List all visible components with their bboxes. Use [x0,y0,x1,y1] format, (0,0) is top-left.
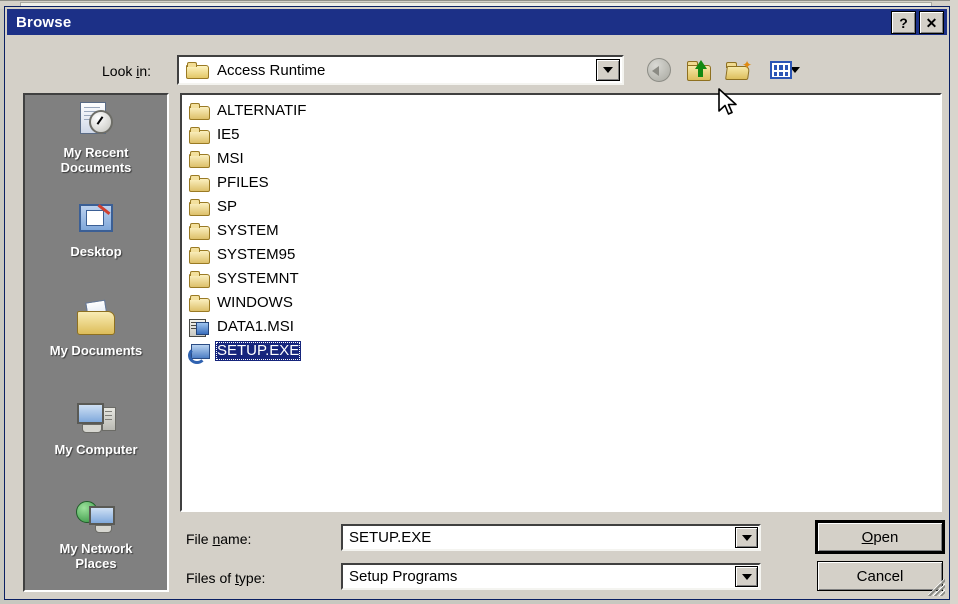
files-of-type-value: Setup Programs [349,568,458,585]
file-name-label: SYSTEM95 [217,246,296,263]
folder-icon [188,246,210,264]
dialog-titlebar[interactable]: Browse ? ✕ [7,9,947,35]
file-name-label: WINDOWS [217,294,293,311]
place-label: My Recent Documents [60,145,132,175]
file-name-combobox[interactable]: SETUP.EXE [341,524,761,551]
list-item[interactable]: SYSTEMNT [188,267,301,291]
file-name-label: DATA1.MSI [217,318,294,335]
parent-window-right-edge [950,0,958,604]
file-name-value: SETUP.EXE [349,529,432,546]
folder-icon [188,174,210,192]
folder-icon [188,270,210,288]
up-one-level-icon [686,59,712,81]
views-button[interactable] [765,57,805,83]
my-computer-icon [75,398,117,438]
resize-grip[interactable] [928,579,945,596]
list-item[interactable]: PFILES [188,171,271,195]
files-of-type-dropdown-button[interactable] [735,566,758,587]
place-label: My Computer [54,442,138,457]
file-name-label: IE5 [217,126,240,143]
files-of-type-combobox[interactable]: Setup Programs [341,563,761,590]
file-name-label: SETUP.EXE [215,341,302,361]
cancel-button-label: Cancel [856,567,904,585]
place-desktop[interactable]: Desktop [25,194,167,293]
titlebar-buttons: ? ✕ [891,11,944,34]
list-item[interactable]: DATA1.MSI [188,315,296,339]
list-item[interactable]: ALTERNATIF [188,99,308,123]
open-button-label: Open [861,528,899,546]
recent-documents-icon [75,101,117,141]
files-of-type-label-static: Files of type: [186,570,266,586]
list-item[interactable]: SYSTEM95 [188,243,297,267]
file-name-label: SYSTEMNT [217,270,299,287]
dialog-title: Browse [16,13,72,31]
my-documents-icon [75,299,117,339]
look-in-dropdown-button[interactable] [596,59,620,81]
file-name-label: SYSTEM [217,222,279,239]
place-label: My Network Places [59,541,133,571]
list-item-selected[interactable]: SETUP.EXE [188,339,302,364]
open-button[interactable]: Open [815,520,945,554]
msi-installer-icon [188,318,210,337]
desktop-icon [75,200,117,240]
chevron-down-icon [603,67,613,73]
file-name-label: ALTERNATIF [217,102,307,119]
folder-icon [188,294,210,312]
place-label: Desktop [70,244,122,259]
folder-icon [188,198,210,216]
look-in-combobox[interactable]: Access Runtime [177,55,624,85]
list-item[interactable]: SYSTEM [188,219,281,243]
up-one-level-button[interactable] [685,57,713,83]
place-my-documents[interactable]: My Documents [25,293,167,392]
places-bar: My RecentDocuments Desktop My Documents [23,93,169,592]
navigation-toolbar: ✦ [645,55,805,85]
place-label: My Documents [49,343,143,358]
file-list[interactable]: ALTERNATIF IE5 MSI PFILES SP SYSTEM SYST… [180,93,942,512]
place-my-computer[interactable]: My Computer [25,392,167,491]
my-network-places-icon [75,497,117,537]
views-icon [770,59,794,81]
open-folder-icon [186,62,209,79]
create-new-folder-icon: ✦ [725,59,752,81]
folder-icon [188,150,210,168]
setup-executable-icon [188,342,210,364]
cancel-button[interactable]: Cancel [817,561,943,591]
list-item[interactable]: SP [188,195,239,219]
list-item[interactable]: WINDOWS [188,291,295,315]
file-name-label: PFILES [217,174,269,191]
place-my-network-places[interactable]: My Network Places [25,491,167,590]
file-name-dropdown-button[interactable] [735,527,758,548]
list-item[interactable]: IE5 [188,123,242,147]
chevron-down-icon [741,534,752,541]
place-my-recent-documents[interactable]: My Recent Documents [25,95,167,194]
close-button[interactable]: ✕ [919,11,944,34]
help-button[interactable]: ? [891,11,916,34]
folder-icon [188,222,210,240]
file-name-label: MSI [217,150,244,167]
look-in-value: Access Runtime [217,61,326,79]
screen: Browse ? ✕ Look in: Access Runtime ✦ My … [0,0,958,604]
file-name-label-static: File name: [186,531,252,547]
folder-icon [188,102,210,120]
look-in-label: Look in: [102,63,152,79]
back-button[interactable] [645,57,673,83]
browse-dialog: Browse ? ✕ Look in: Access Runtime ✦ My … [4,6,950,600]
folder-icon [188,126,210,144]
create-new-folder-button[interactable]: ✦ [725,57,753,83]
file-name-label: SP [217,198,238,215]
chevron-down-icon [741,573,752,580]
list-item[interactable]: MSI [188,147,246,171]
back-icon [647,58,671,82]
